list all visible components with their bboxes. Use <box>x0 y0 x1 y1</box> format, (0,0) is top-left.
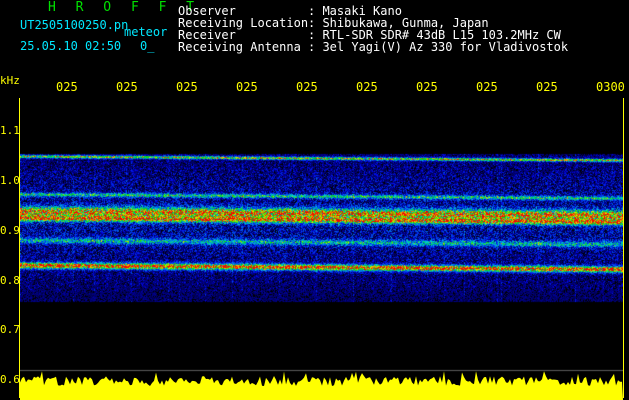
freq-tick-label: 0.7 <box>0 323 20 336</box>
freq-tick-label: 1.0 <box>0 174 20 187</box>
time-tick-label: 025 <box>176 80 198 94</box>
time-tick-label: 025 <box>356 80 378 94</box>
frequency-unit-label: kHz <box>0 74 20 87</box>
time-tick-label: 025 <box>476 80 498 94</box>
hrofft-window: H R O F F T UT2505100250.pn meteor 25.05… <box>0 0 629 400</box>
signal-amplitude-strip <box>20 371 623 400</box>
time-tick-label: 025 <box>236 80 258 94</box>
time-tick-label: 025 <box>296 80 318 94</box>
freq-tick-label: 0.9 <box>0 224 20 237</box>
detection-type: meteor <box>124 25 168 39</box>
spectrogram-waterfall <box>20 98 623 379</box>
freq-tick-label: 0.8 <box>0 274 20 287</box>
freq-tick-label: 0.6 <box>0 373 20 386</box>
plot-frame-left <box>19 98 20 398</box>
antenna-label: Receiving Antenna <box>178 40 301 54</box>
time-tick-label: 025 <box>416 80 438 94</box>
plot-frame-right <box>623 98 624 398</box>
freq-tick-label: 1.1 <box>0 124 20 137</box>
file-name: UT2505100250.pn <box>20 18 129 32</box>
count-readout: 0_ <box>140 39 155 53</box>
time-tick-label: 025 <box>56 80 78 94</box>
amplitude-trace <box>20 371 623 400</box>
timestamp: 25.05.10 02:50 <box>20 39 122 53</box>
antenna-value: : 3el Yagi(V) Az 330 for Vladivostok <box>308 40 569 54</box>
time-tick-label: 0300 <box>596 80 625 94</box>
time-tick-label: 025 <box>116 80 138 94</box>
time-tick-label: 025 <box>536 80 558 94</box>
